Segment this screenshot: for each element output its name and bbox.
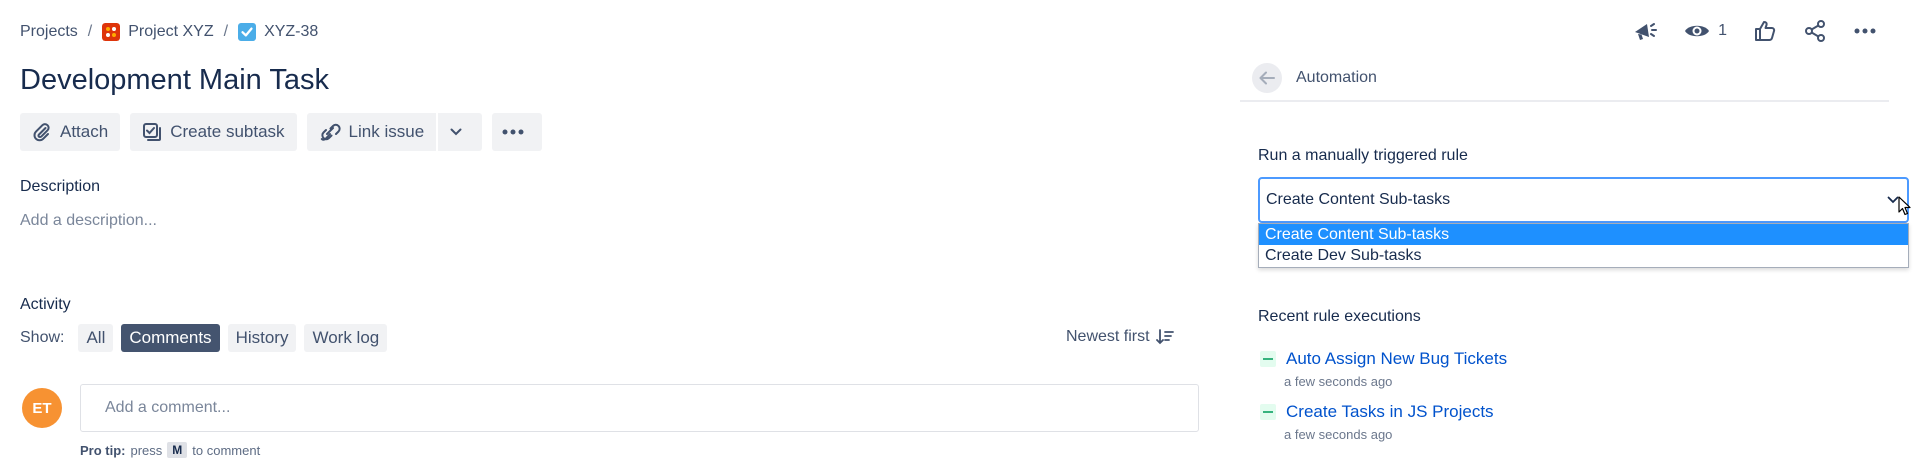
link-issue-dropdown-button[interactable]: [438, 113, 483, 151]
issue-actions: 1: [1632, 14, 1877, 48]
eye-icon: [1684, 21, 1710, 41]
rule-select[interactable]: Create Content Sub-tasks: [1258, 177, 1909, 223]
filter-all[interactable]: All: [78, 324, 114, 352]
link-icon: [319, 122, 349, 142]
automation-divider: [1240, 100, 1889, 102]
recent-executions-heading: Recent rule executions: [1258, 308, 1421, 325]
create-subtask-label: Create subtask: [170, 122, 285, 141]
description-field[interactable]: Add a description...: [20, 212, 157, 230]
more-icon: [502, 129, 532, 135]
execution-link[interactable]: Auto Assign New Bug Tickets: [1286, 349, 1507, 369]
rule-options-list: Create Content Sub-tasks Create Dev Sub-…: [1258, 223, 1909, 268]
mouse-cursor-icon: [1898, 196, 1912, 216]
toolbar-more-button[interactable]: [492, 113, 543, 151]
breadcrumb-projects[interactable]: Projects: [20, 23, 78, 41]
success-status-icon: [1260, 404, 1276, 420]
vote-button[interactable]: [1753, 14, 1777, 48]
watch-count: 1: [1718, 22, 1727, 39]
watch-button[interactable]: 1: [1684, 14, 1727, 48]
filter-history[interactable]: History: [227, 324, 297, 352]
issue-toolbar: Attach Create subtask Link issue: [20, 113, 543, 151]
arrow-left-icon: [1259, 71, 1275, 85]
automation-header: Automation: [1252, 63, 1377, 93]
link-issue-button[interactable]: Link issue: [306, 113, 437, 151]
share-icon: [1803, 19, 1827, 43]
link-issue-split-button: Link issue: [306, 113, 483, 151]
activity-filter-bar: Show: All Comments History Work log: [20, 324, 388, 352]
breadcrumb-project[interactable]: Project XYZ: [102, 23, 214, 41]
execution-time: a few seconds ago: [1284, 427, 1393, 442]
shortcut-key: M: [167, 442, 188, 458]
run-rule-label: Run a manually triggered rule: [1258, 147, 1468, 164]
more-actions-button[interactable]: [1853, 14, 1877, 48]
pro-tip-prefix: Pro tip:: [80, 442, 126, 458]
execution-link[interactable]: Create Tasks in JS Projects: [1286, 402, 1494, 422]
execution-item: Create Tasks in JS Projects a few second…: [1260, 402, 1494, 442]
comment-input[interactable]: [80, 384, 1199, 432]
success-status-icon: [1260, 351, 1276, 367]
more-icon: [1853, 27, 1877, 35]
megaphone-icon: [1632, 19, 1658, 43]
show-label: Show:: [20, 329, 65, 346]
sort-label: Newest first: [1066, 328, 1150, 345]
chevron-down-icon: [450, 128, 470, 136]
execution-item: Auto Assign New Bug Tickets a few second…: [1260, 349, 1507, 389]
avatar: ET: [22, 388, 62, 428]
rule-option[interactable]: Create Content Sub-tasks: [1259, 224, 1908, 245]
sort-descending-icon: [1150, 329, 1174, 345]
pro-tip-suffix: to comment: [192, 442, 261, 458]
paperclip-icon: [32, 122, 60, 142]
task-checkbox-icon: [238, 23, 264, 41]
subtask-icon: [142, 122, 170, 142]
sort-order-button[interactable]: Newest first: [1066, 328, 1174, 346]
execution-time: a few seconds ago: [1284, 374, 1393, 389]
breadcrumb-separator: /: [223, 23, 229, 40]
project-grid-icon: [102, 23, 128, 41]
pro-tip: Pro tip: press M to comment: [80, 442, 260, 458]
share-button[interactable]: [1803, 14, 1827, 48]
thumbs-up-icon: [1753, 19, 1777, 43]
activity-heading: Activity: [20, 296, 71, 313]
breadcrumb: Projects / Project XYZ / XYZ-38: [20, 20, 318, 44]
filter-work-log[interactable]: Work log: [304, 324, 388, 352]
breadcrumb-issue-label: XYZ-38: [264, 23, 319, 40]
filter-comments[interactable]: Comments: [121, 324, 220, 352]
back-button[interactable]: [1252, 63, 1282, 93]
attach-button[interactable]: Attach: [20, 113, 121, 151]
attach-label: Attach: [60, 122, 109, 141]
description-heading: Description: [20, 178, 101, 195]
create-subtask-button[interactable]: Create subtask: [130, 113, 297, 151]
rule-select-value: Create Content Sub-tasks: [1266, 191, 1451, 208]
announce-button[interactable]: [1632, 14, 1658, 48]
issue-title[interactable]: Development Main Task: [20, 64, 329, 97]
automation-title: Automation: [1296, 69, 1377, 86]
breadcrumb-issue[interactable]: XYZ-38: [238, 23, 318, 41]
breadcrumb-project-label: Project XYZ: [128, 23, 214, 40]
pro-tip-press: press: [130, 442, 163, 458]
link-issue-label: Link issue: [348, 122, 425, 141]
breadcrumb-separator: /: [87, 23, 93, 40]
rule-option[interactable]: Create Dev Sub-tasks: [1259, 245, 1908, 266]
